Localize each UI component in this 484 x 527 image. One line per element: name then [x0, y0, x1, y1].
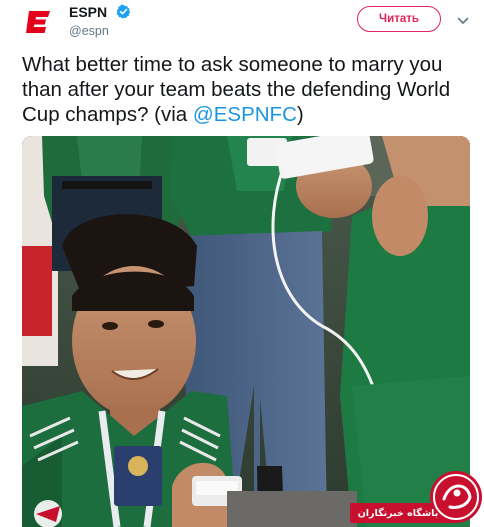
- chevron-down-icon[interactable]: [456, 14, 470, 28]
- tweet-header: ESPN @espn Читать: [0, 0, 484, 46]
- verified-badge-icon: [116, 4, 131, 19]
- account-display-name[interactable]: ESPN: [69, 4, 107, 20]
- tweet-card: ESPN @espn Читать What better time to as…: [0, 0, 484, 527]
- account-name-block: ESPN @espn: [69, 3, 131, 38]
- espn-logo-icon: [20, 3, 58, 41]
- tweet-text: What better time to ask someone to marry…: [22, 52, 472, 127]
- broadcaster-logo-icon: [34, 500, 62, 527]
- account-handle[interactable]: @espn: [69, 24, 131, 38]
- tweet-body-end: ): [296, 103, 304, 126]
- mention-link[interactable]: @ESPNFC: [193, 103, 297, 126]
- watermark-text: باشگاه خبرنگاران: [357, 508, 439, 519]
- follow-button[interactable]: Читать: [357, 6, 441, 32]
- avatar[interactable]: [20, 3, 58, 41]
